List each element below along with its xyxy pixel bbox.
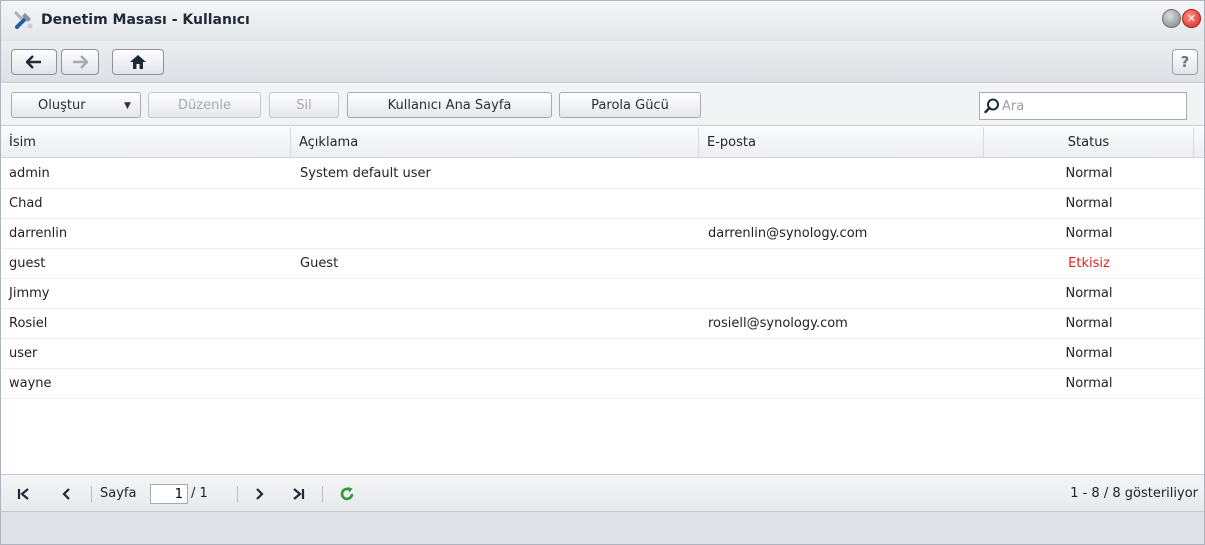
user-description-cell: System default user: [300, 166, 431, 181]
separator: [91, 486, 92, 502]
first-page-icon[interactable]: [15, 485, 33, 503]
arrow-right-icon: [73, 55, 88, 69]
back-button[interactable]: [11, 49, 57, 75]
table-row[interactable]: admin System default user Normal: [1, 159, 1204, 189]
user-description-cell: Guest: [300, 256, 339, 271]
home-icon: [130, 55, 146, 69]
table-row[interactable]: Chad Normal: [1, 189, 1204, 219]
table-row[interactable]: darrenlin darrenlin@synology.com Normal: [1, 219, 1204, 249]
column-header-description[interactable]: Açıklama: [291, 127, 699, 158]
user-status-cell: Normal: [1065, 226, 1113, 241]
table-row[interactable]: wayne Normal: [1, 369, 1204, 399]
page-label: Sayfa: [100, 486, 137, 501]
user-name-cell: admin: [9, 166, 50, 181]
user-name-cell: guest: [9, 256, 46, 271]
previous-page-icon[interactable]: [57, 485, 75, 503]
minimize-button[interactable]: [1162, 9, 1181, 28]
window-title: Denetim Masası - Kullanıcı: [41, 12, 250, 28]
user-name-cell: user: [9, 346, 38, 361]
table-row[interactable]: Rosiel rosiell@synology.com Normal: [1, 309, 1204, 339]
control-panel-tools-icon: [14, 11, 33, 29]
user-status-cell: Normal: [1065, 376, 1113, 391]
table-row[interactable]: user Normal: [1, 339, 1204, 369]
page-number-input[interactable]: [150, 484, 188, 504]
forward-button[interactable]: [61, 49, 99, 75]
search-box: [979, 92, 1187, 120]
separator: [237, 486, 238, 502]
user-email-cell: rosiell@synology.com: [708, 316, 848, 331]
separator: [322, 486, 323, 502]
user-name-cell: Jimmy: [9, 286, 50, 301]
close-button[interactable]: ✕: [1182, 9, 1201, 28]
paging-info: 1 - 8 / 8 gösteriliyor: [1070, 486, 1198, 501]
paging-toolbar: Sayfa / 1 1 - 8 / 8 gösteriliyor: [1, 474, 1204, 512]
refresh-icon[interactable]: [338, 485, 356, 503]
arrow-left-icon: [26, 55, 41, 69]
create-button-label: Oluştur: [38, 97, 86, 113]
home-button[interactable]: [112, 49, 164, 75]
search-icon: [984, 98, 999, 114]
user-name-cell: darrenlin: [9, 226, 68, 241]
user-status-cell: Normal: [1065, 316, 1113, 331]
control-panel-window: Denetim Masası - Kullanıcı ✕ ? Oluştur ▼…: [0, 0, 1205, 545]
total-pages: / 1: [191, 486, 208, 501]
table-row[interactable]: guest Guest Etkisiz: [1, 249, 1204, 279]
toolbar: Oluştur ▼ Düzenle Sil Kullanıcı Ana Sayf…: [1, 84, 1204, 126]
title-bar: Denetim Masası - Kullanıcı ✕: [1, 1, 1204, 41]
next-page-icon[interactable]: [251, 485, 269, 503]
user-name-cell: Chad: [9, 196, 43, 211]
user-status-cell: Normal: [1065, 166, 1113, 181]
password-strength-button[interactable]: Parola Gücü: [559, 92, 701, 118]
last-page-icon[interactable]: [289, 485, 307, 503]
table-row[interactable]: Jimmy Normal: [1, 279, 1204, 309]
status-bar: [1, 512, 1204, 544]
user-status-cell: Normal: [1065, 286, 1113, 301]
column-header-email[interactable]: E-posta: [699, 127, 984, 158]
delete-button[interactable]: Sil: [269, 92, 339, 118]
user-name-cell: wayne: [9, 376, 52, 391]
create-button[interactable]: Oluştur ▼: [11, 92, 141, 118]
chevron-down-icon: ▼: [124, 101, 131, 111]
user-home-button[interactable]: Kullanıcı Ana Sayfa: [347, 92, 552, 118]
user-table-body: admin System default user Normal Chad No…: [1, 159, 1204, 399]
user-email-cell: darrenlin@synology.com: [708, 226, 868, 241]
help-button[interactable]: ?: [1172, 49, 1198, 75]
navigation-bar: ?: [1, 41, 1204, 83]
column-header-name[interactable]: İsim: [1, 127, 291, 158]
column-header-status[interactable]: Status: [984, 127, 1194, 158]
user-name-cell: Rosiel: [9, 316, 48, 331]
user-status-cell: Normal: [1065, 346, 1113, 361]
grid-header: İsim Açıklama E-posta Status: [1, 127, 1204, 158]
edit-button[interactable]: Düzenle: [148, 92, 261, 118]
user-status-cell: Etkisiz: [1068, 256, 1110, 271]
search-input[interactable]: [1002, 97, 1182, 115]
user-status-cell: Normal: [1065, 196, 1113, 211]
